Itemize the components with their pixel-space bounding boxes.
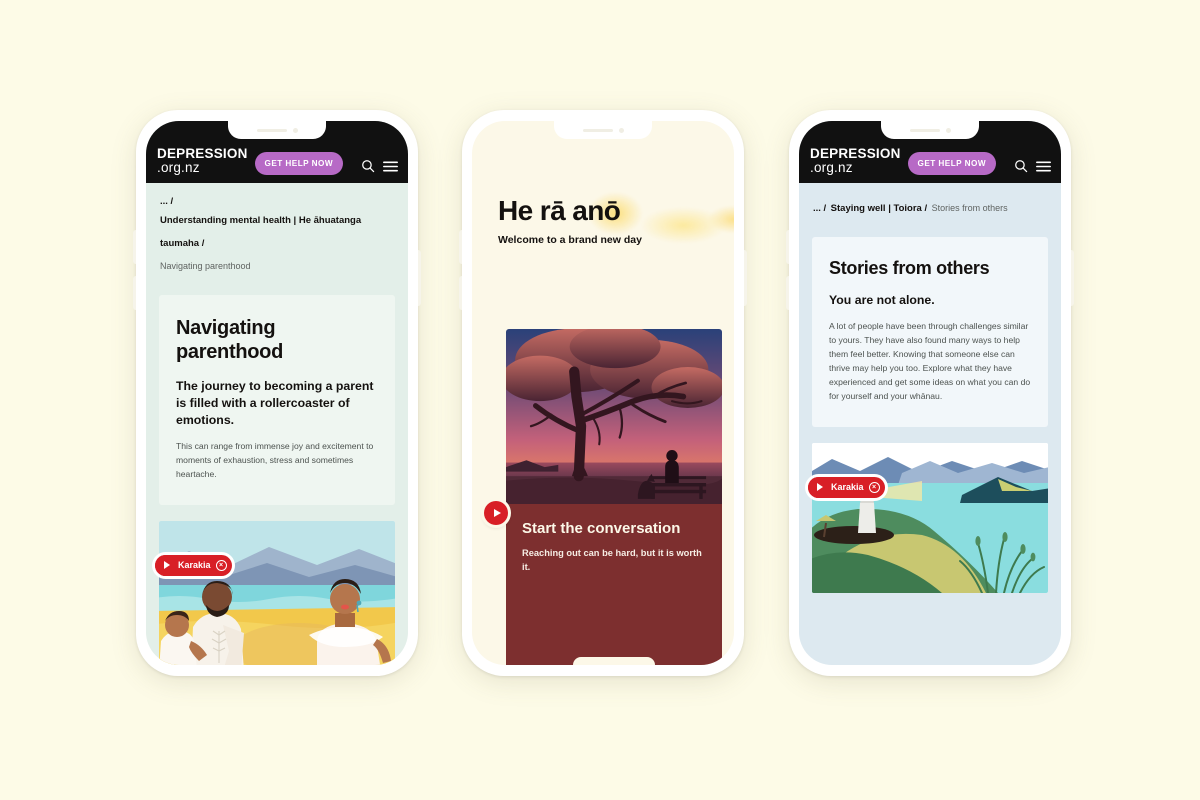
breadcrumb-1[interactable]: ... / Understanding mental health | He ā…	[146, 183, 408, 277]
get-help-now-button[interactable]: GET HELP NOW	[907, 152, 997, 175]
page-body-1: ... / Understanding mental health | He ā…	[146, 121, 408, 665]
logo-line-1: DEPRESSION	[157, 146, 248, 162]
logo-line-2: .org.nz	[157, 160, 200, 176]
page-body-text-1: This can range from immense joy and exci…	[176, 441, 374, 480]
karakia-play-button-2[interactable]	[484, 501, 508, 525]
site-logo[interactable]: DEPRESSION .org.nz	[810, 147, 901, 175]
hamburger-menu-icon[interactable]	[1036, 160, 1051, 173]
page-lead-1: The journey to becoming a parent is fill…	[176, 379, 374, 427]
play-icon[interactable]	[155, 554, 176, 576]
karakia-player-badge-3[interactable]: Karakia ×	[808, 476, 885, 498]
phone-side-button	[418, 250, 421, 306]
speaker-grille-icon	[256, 128, 287, 132]
content-card-3: Stories from others You are not alone. A…	[812, 236, 1048, 427]
page-title-3: Stories from others	[829, 257, 990, 278]
karakia-label: Karakia	[831, 482, 864, 493]
search-icon[interactable]	[1014, 159, 1028, 173]
phone-side-button	[744, 250, 747, 306]
breadcrumb-parent[interactable]: Staying well | Toiora /	[831, 203, 927, 214]
phone-mockup-2: He rā anō Welcome to a brand new day Sta…	[459, 110, 747, 676]
media-block-3: Karakia ×	[808, 442, 1048, 593]
speaker-grille-icon	[582, 128, 613, 132]
phone-side-button	[1071, 250, 1074, 306]
page-lead-3: You are not alone.	[829, 292, 935, 307]
karakia-label: Karakia	[178, 560, 211, 571]
play-icon[interactable]	[808, 476, 829, 498]
front-camera-icon	[292, 127, 298, 133]
media-block-1: Karakia ×	[155, 520, 395, 665]
logo-line-2: .org.nz	[810, 160, 853, 176]
content-card-1: Navigating parenthood The journey to bec…	[159, 294, 395, 505]
card-dock-notch	[573, 657, 655, 665]
phone-notch	[554, 121, 652, 139]
illustration-lighthouse-coast	[812, 442, 1048, 593]
story-copy-2: Start the conversation Reaching out can …	[506, 504, 722, 665]
phone-1-screen: ... / Understanding mental health | He ā…	[146, 121, 408, 665]
karakia-player-badge-1[interactable]: Karakia ×	[155, 554, 232, 576]
page-body-2: He rā anō Welcome to a brand new day Sta…	[472, 121, 734, 665]
speaker-grille-icon	[909, 128, 940, 132]
hamburger-menu-icon[interactable]	[383, 160, 398, 173]
breadcrumb-ellipsis[interactable]: ... /	[813, 203, 826, 214]
breadcrumb-current: Navigating parenthood	[160, 260, 251, 271]
story-body-2: Reaching out can be hard, but it is wort…	[522, 548, 702, 572]
story-title-2: Start the conversation	[522, 520, 681, 537]
page-body-text-3: A lot of people have been through challe…	[829, 321, 1031, 401]
hero-2: He rā anō Welcome to a brand new day	[472, 121, 734, 247]
hero-subtitle-2: Welcome to a brand new day	[498, 234, 642, 246]
front-camera-icon	[618, 127, 624, 133]
breadcrumb-ellipsis[interactable]: ... /	[160, 195, 394, 208]
story-card-2[interactable]: Start the conversation Reaching out can …	[506, 329, 722, 665]
page-body-3: ... / Staying well | Toiora / Stories fr…	[799, 121, 1061, 665]
phone-mockup-3: ... / Staying well | Toiora / Stories fr…	[786, 110, 1074, 676]
illustration-sunset-tree	[506, 329, 722, 504]
site-logo[interactable]: DEPRESSION .org.nz	[157, 147, 248, 175]
hero-title-2: He rā anō	[498, 195, 621, 226]
breadcrumb-current: Stories from others	[931, 203, 1008, 213]
illustration-whanau-beach	[159, 520, 395, 665]
breadcrumb-parent[interactable]: Understanding mental health | He āhuatan…	[160, 215, 361, 249]
page-title-1: Navigating parenthood	[176, 316, 283, 364]
close-icon[interactable]: ×	[215, 559, 227, 571]
header-actions	[361, 159, 398, 175]
phone-mockup-1: ... / Understanding mental health | He ā…	[133, 110, 421, 676]
close-icon[interactable]: ×	[868, 481, 880, 493]
front-camera-icon	[945, 127, 951, 133]
search-icon[interactable]	[361, 159, 375, 173]
get-help-now-button[interactable]: GET HELP NOW	[254, 152, 344, 175]
logo-line-1: DEPRESSION	[810, 146, 901, 162]
phone-3-screen: ... / Staying well | Toiora / Stories fr…	[799, 121, 1061, 665]
phone-2-screen: He rā anō Welcome to a brand new day Sta…	[472, 121, 734, 665]
header-actions	[1014, 159, 1051, 175]
phone-notch	[881, 121, 979, 139]
breadcrumb-3[interactable]: ... / Staying well | Toiora / Stories fr…	[799, 183, 1061, 219]
phone-notch	[228, 121, 326, 139]
screenshot-canvas: ... / Understanding mental health | He ā…	[0, 0, 1200, 800]
